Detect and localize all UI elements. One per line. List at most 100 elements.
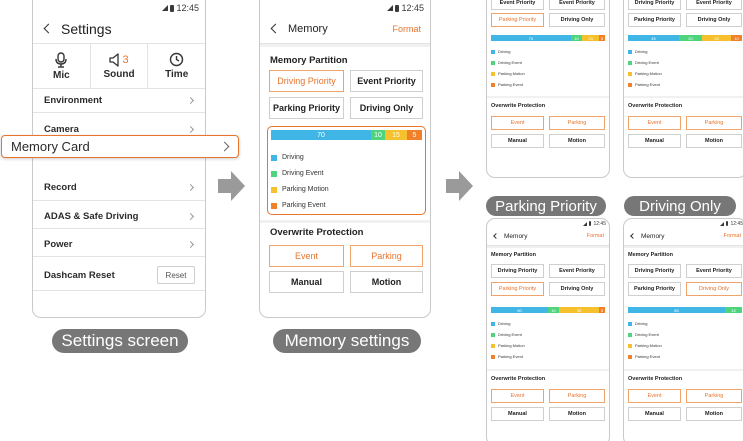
event-priority-button[interactable]: Event Priority [350, 70, 423, 92]
overwrite-manual-button[interactable]: Manual [628, 407, 681, 421]
signal-icon [387, 5, 394, 11]
back-icon[interactable] [630, 233, 636, 239]
overwrite-event-button[interactable]: Event [628, 116, 681, 130]
legend-driving-event: Driving Event [491, 60, 522, 65]
menu-item-environment[interactable]: Environment [33, 89, 205, 113]
menu-item-power[interactable]: Power [33, 231, 205, 257]
menu-item-label: Environment [44, 95, 103, 106]
event-priority-button[interactable]: Event Priority [549, 0, 605, 10]
overwrite-manual-button[interactable]: Manual [269, 271, 344, 293]
overwrite-motion-button[interactable]: Motion [549, 134, 605, 148]
format-button[interactable]: Format [587, 233, 604, 239]
back-icon[interactable] [493, 233, 499, 239]
quick-mic[interactable]: Mic [33, 44, 91, 88]
section-divider [260, 44, 430, 47]
section-divider [487, 369, 609, 371]
legend-parking-event: Parking Event [491, 82, 523, 87]
overwrite-motion-button[interactable]: Motion [686, 407, 742, 421]
format-button[interactable]: Format [392, 24, 421, 34]
speaker-icon [109, 52, 120, 67]
quick-time[interactable]: Time [148, 44, 205, 88]
overwrite-event-button[interactable]: Event [628, 389, 681, 403]
parking-priority-button[interactable]: Parking Priority [628, 282, 681, 296]
legend-swatch [628, 71, 632, 76]
menu-item-label: Power [44, 239, 73, 250]
event-priority-button[interactable]: Event Priority [549, 264, 605, 278]
event-priority-button[interactable]: Event Priority [686, 0, 742, 10]
battery-icon [395, 4, 400, 12]
overwrite-parking-button[interactable]: Parking [686, 389, 742, 403]
usage-segment-driving: 70 [271, 130, 371, 140]
format-button[interactable]: Format [724, 233, 741, 239]
legend-swatch [491, 321, 495, 326]
driving-only-button[interactable]: Driving Only [686, 282, 742, 296]
parking-priority-button[interactable]: Parking Priority [491, 13, 544, 27]
overwrite-manual-button[interactable]: Manual [491, 407, 544, 421]
legend-driving: Driving [628, 49, 647, 54]
section-divider [487, 246, 609, 248]
usage-segment-driving: 45 [628, 35, 679, 41]
overwrite-protection-title: Overwrite Protection [628, 103, 683, 109]
menu-item-record[interactable]: Record [33, 175, 205, 201]
driving-priority-button[interactable]: Driving Priority [269, 70, 344, 92]
legend-parking-motion: Parking Motion [628, 71, 662, 76]
driving-only-button[interactable]: Driving Only [549, 13, 605, 27]
signal-icon [162, 5, 169, 11]
back-icon[interactable] [43, 23, 54, 34]
legend-swatch [271, 186, 277, 193]
driving-priority-button[interactable]: Driving Priority [491, 264, 544, 278]
quick-sound[interactable]: 3 Sound [91, 44, 149, 88]
event-priority-button[interactable]: Event Priority [491, 0, 544, 10]
parking-priority-button[interactable]: Parking Priority [269, 97, 344, 119]
overwrite-manual-button[interactable]: Manual [628, 134, 681, 148]
usage-segment-driving: 85 [628, 307, 725, 313]
variant-phone-driving-only: 12:45 Memory Format Memory Partition Dri… [623, 218, 743, 441]
menu-item-label: Camera [44, 124, 79, 135]
status-time: 12:45 [593, 220, 606, 227]
menu-item-memory-card[interactable]: Memory Card [1, 135, 239, 158]
driving-only-button[interactable]: Driving Only [549, 282, 605, 296]
parking-priority-button[interactable]: Parking Priority [491, 282, 544, 296]
reset-button[interactable]: Reset [157, 266, 195, 284]
back-icon[interactable] [270, 23, 281, 34]
page-title: Settings [61, 20, 112, 37]
overwrite-parking-button[interactable]: Parking [549, 389, 605, 403]
overwrite-motion-button[interactable]: Motion [549, 407, 605, 421]
overwrite-parking-button[interactable]: Parking [350, 245, 423, 267]
overwrite-event-button[interactable]: Event [269, 245, 344, 267]
driving-priority-button[interactable]: Driving Priority [628, 0, 681, 10]
variant-phone-top-right: Driving Priority Event Priority Parking … [623, 0, 743, 178]
overwrite-manual-button[interactable]: Manual [491, 134, 544, 148]
status-bar: 12:45 [162, 1, 199, 15]
driving-only-button[interactable]: Driving Only [350, 97, 423, 119]
caption-driving-only: Driving Only [624, 196, 736, 216]
overwrite-protection-title: Overwrite Protection [491, 376, 546, 382]
signal-icon [582, 221, 587, 226]
legend-driving: Driving [628, 321, 647, 326]
memory-partition-title: Memory Partition [628, 252, 673, 258]
usage-segment-parking-motion: 25 [702, 35, 731, 41]
legend-swatch [271, 170, 277, 177]
usage-segment-driving-event: 10 [548, 307, 559, 313]
driving-only-button[interactable]: Driving Only [686, 13, 742, 27]
legend-parking-motion: Parking Motion [628, 343, 662, 348]
menu-item-adas[interactable]: ADAS & Safe Driving [33, 203, 205, 229]
usage-segment-driving-event: 10 [371, 130, 385, 140]
overwrite-motion-button[interactable]: Motion [686, 134, 742, 148]
section-divider [624, 96, 743, 98]
driving-priority-button[interactable]: Driving Priority [628, 264, 681, 278]
menu-item-label: ADAS & Safe Driving [44, 211, 139, 222]
event-priority-button[interactable]: Event Priority [686, 264, 742, 278]
overwrite-event-button[interactable]: Event [491, 389, 544, 403]
section-divider [487, 96, 609, 98]
overwrite-parking-button[interactable]: Parking [686, 116, 742, 130]
usage-segment-parking-event: 5 [599, 35, 605, 41]
memory-usage-bar: 45 20 25 10 [628, 35, 742, 41]
overwrite-protection-title: Overwrite Protection [628, 376, 683, 382]
overwrite-parking-button[interactable]: Parking [549, 116, 605, 130]
parking-priority-button[interactable]: Parking Priority [628, 13, 681, 27]
caption-memory-settings: Memory settings [273, 329, 421, 353]
overwrite-event-button[interactable]: Event [491, 116, 544, 130]
overwrite-motion-button[interactable]: Motion [350, 271, 423, 293]
legend-swatch [491, 71, 495, 76]
